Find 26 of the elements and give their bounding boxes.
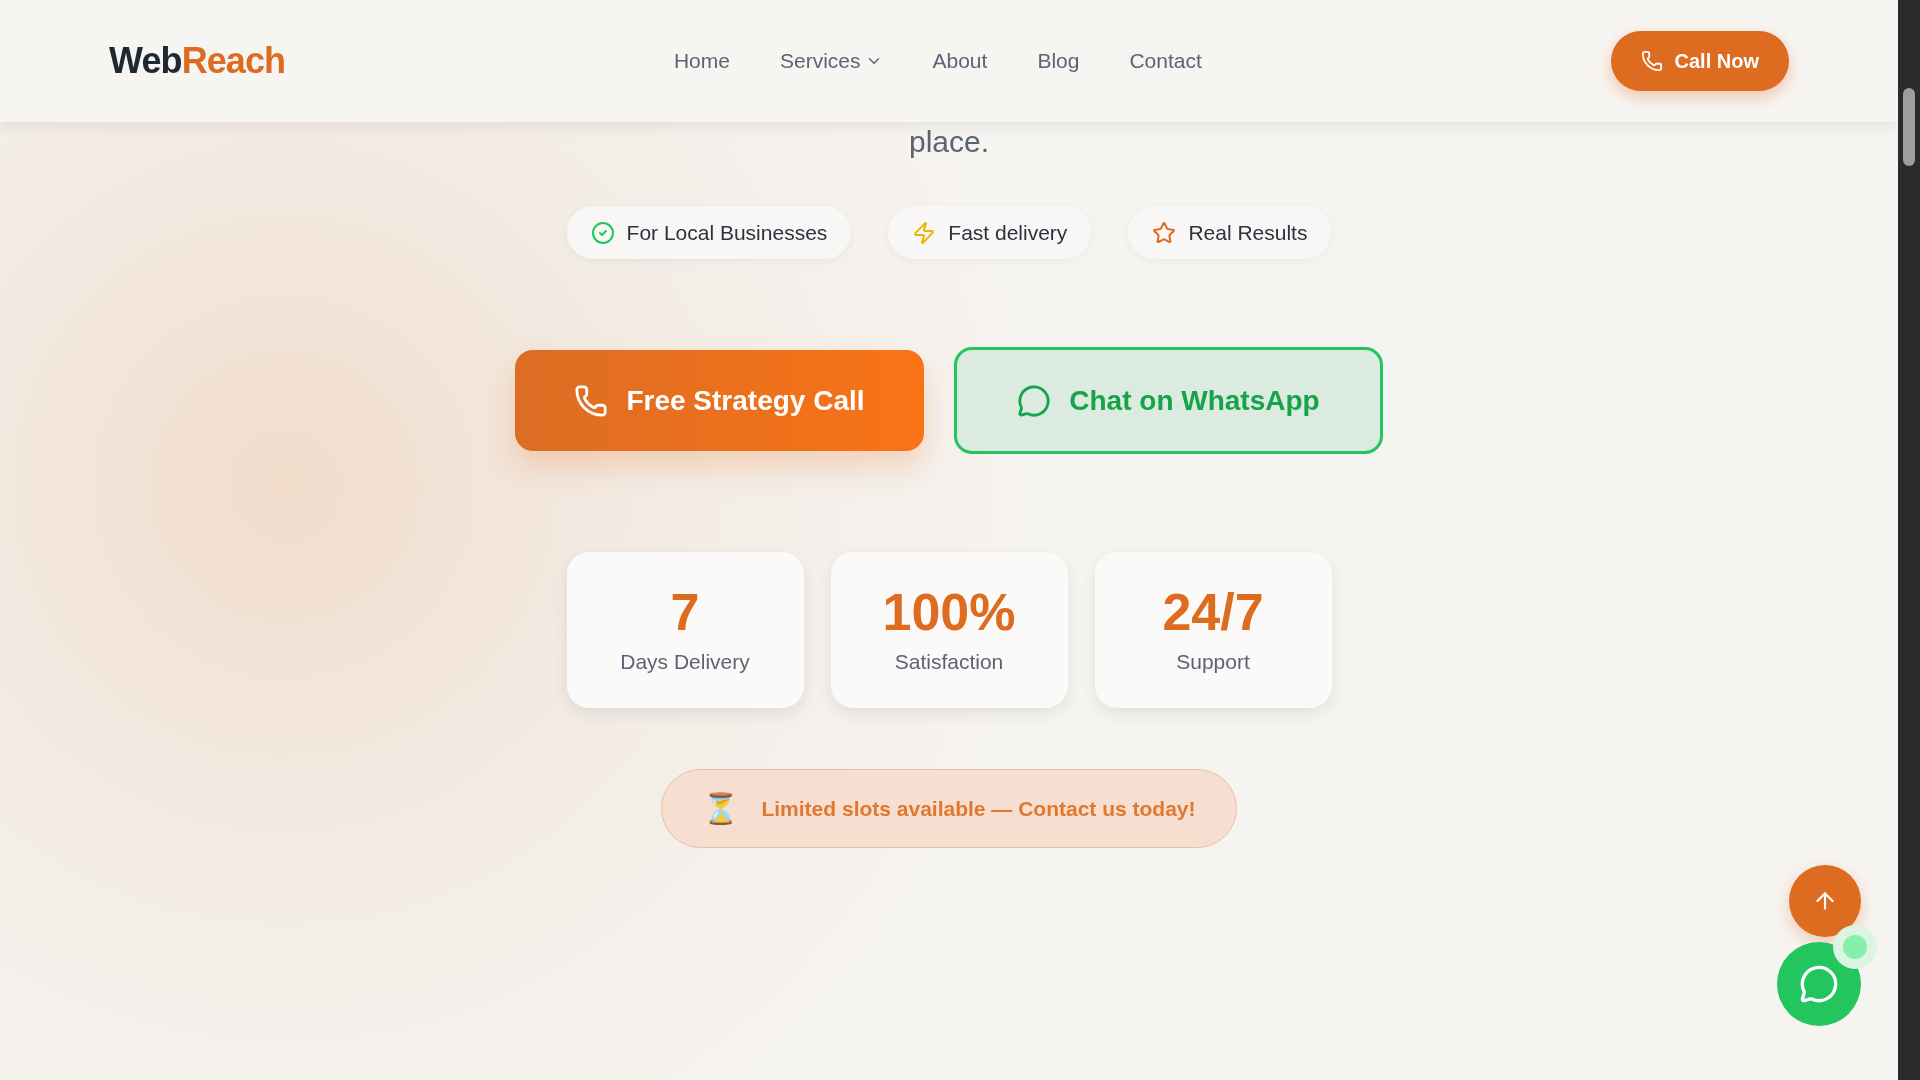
call-now-button[interactable]: Call Now	[1610, 31, 1789, 91]
hero-text: place.	[908, 124, 990, 160]
stat-value: 24/7	[1162, 582, 1264, 643]
phone-icon	[574, 383, 609, 418]
chat-bubble-icon	[1017, 383, 1052, 418]
badge-label: Real Results	[1188, 219, 1308, 246]
scroll-to-top-button[interactable]	[1789, 865, 1861, 937]
phone-icon	[1640, 50, 1663, 72]
badge-label: For Local Businesses	[626, 219, 828, 246]
nav-link[interactable]: Services	[779, 45, 883, 77]
notice-text: Limited slots available — Contact us today!	[761, 795, 1196, 822]
nav-link[interactable]: About	[932, 45, 988, 77]
nav-link[interactable]: Blog	[1037, 45, 1080, 77]
nav-link[interactable]: Contact	[1129, 45, 1202, 77]
stat-label: Days Delivery	[620, 649, 750, 676]
stat-label: Support	[1176, 649, 1250, 676]
scrollbar-thumb[interactable]	[1903, 88, 1915, 166]
hourglass-icon: ⏳	[702, 786, 740, 831]
chat-bubble-icon	[1799, 964, 1839, 1004]
strategy-call-button[interactable]: Free Strategy Call	[515, 350, 924, 451]
stat-label: Satisfaction	[894, 649, 1004, 676]
stat-value: 7	[670, 582, 700, 643]
logo[interactable]: WebReach	[109, 34, 286, 88]
nav-link[interactable]: Home	[673, 45, 730, 77]
badge-label: Fast delivery	[948, 219, 1068, 246]
stat-value: 100%	[882, 582, 1016, 643]
